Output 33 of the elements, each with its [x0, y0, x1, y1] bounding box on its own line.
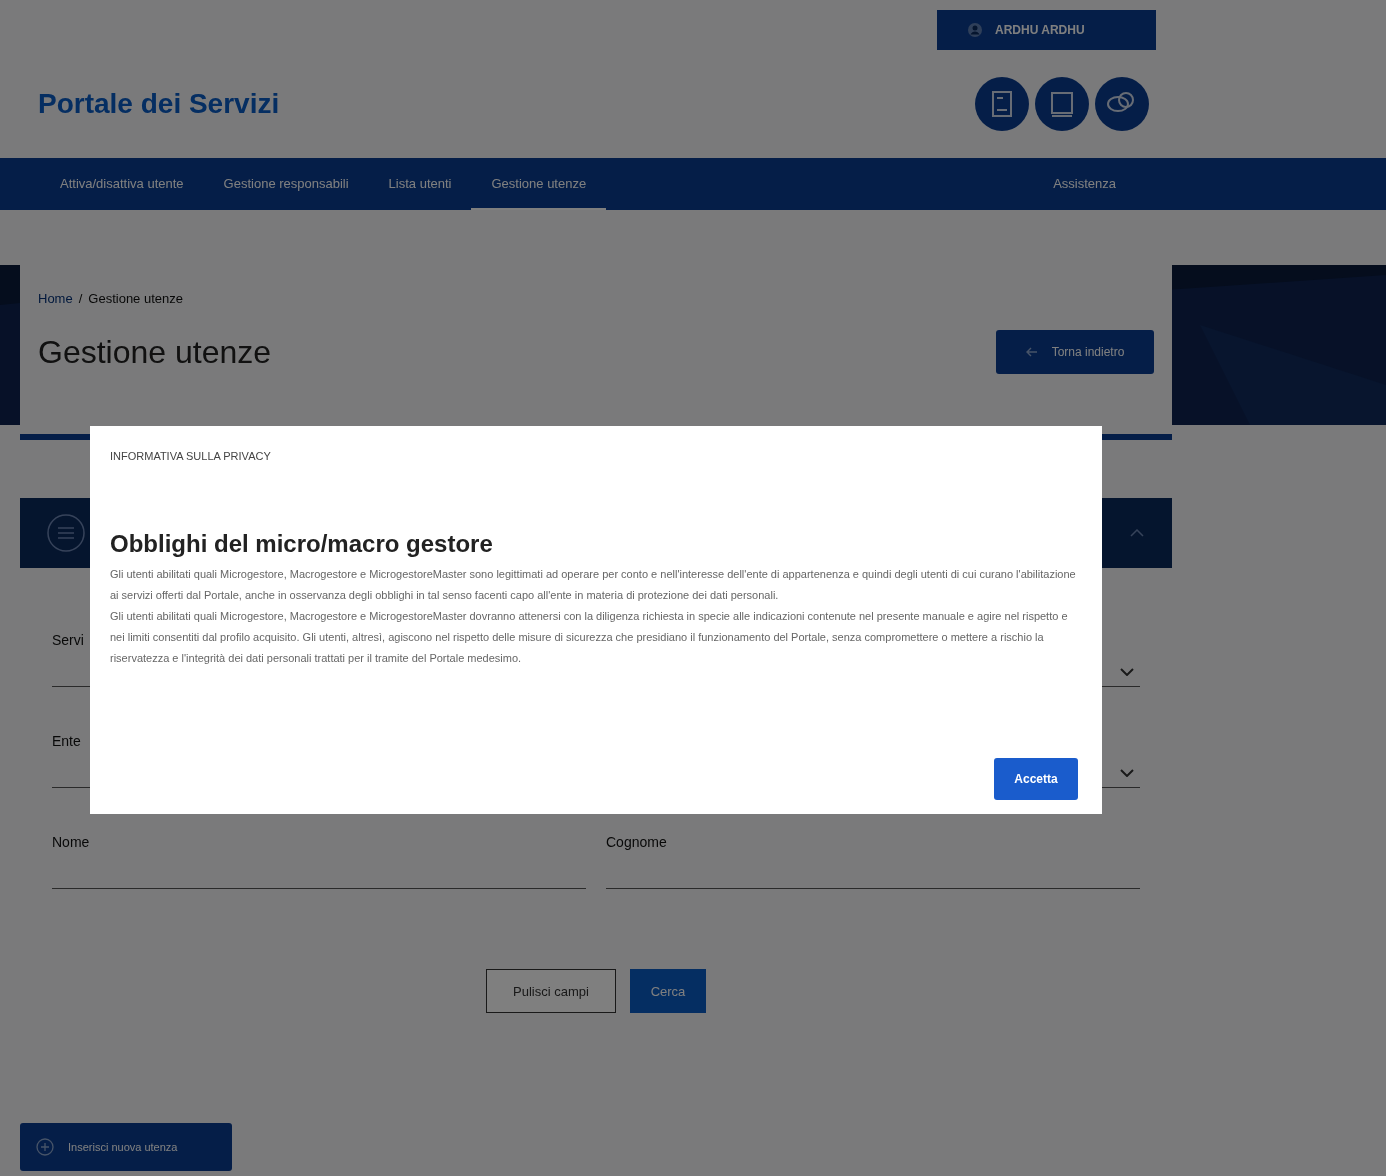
nav-tab[interactable]: Gestione responsabili [203, 158, 369, 210]
nav-tab[interactable]: Attiva/disattiva utente [40, 158, 204, 210]
field-label: Ente [52, 733, 81, 749]
plus-circle-icon [36, 1138, 54, 1156]
nav-tab[interactable]: Gestione utenze [471, 158, 607, 210]
dialog-paragraph: Gli utenti abilitati quali Microgestore, Macrogestore e MicrogestoreMaster sono legittimati ad operare per conto e nell'interesse dell'ente di appartenenza e quindi degli utenti di cui curano l'abilitazione ai servizi offerti dal Portale, anche in osservanza degli obblighi in tal senso facenti capo all'ente in materia di protezione dei dati personali. [110, 567, 1077, 603]
chevron-up-icon [1130, 529, 1144, 537]
user-icon [967, 22, 983, 38]
clear-button[interactable]: Pulisci campi [486, 969, 616, 1013]
dialog-paragraph: Gli utenti abilitati quali Microgestore, Macrogestore e MicrogestoreMaster dovranno attenersi con la diligenza richiesta in specie alle indicazioni contenute nel presente manuale e agire nel rispetto e nei limiti consentiti dal profilo acquisito. Gli utenti, altresì, agiscono nel rispetto delle misure di sicurezza che presidiano il funzionamento del Portale, senza compromettere o mettere a rischio la riservatezza e l'integrità dei dati personali trattati per il tramite del Portale medesimo. [110, 609, 1069, 666]
field-label: Nome [52, 834, 90, 850]
search-button[interactable]: Cerca [630, 969, 706, 1013]
breadcrumb-current: Gestione utenze [88, 291, 183, 306]
chat-icon[interactable] [1094, 76, 1150, 132]
book-icon[interactable] [1034, 76, 1090, 132]
arrow-left-icon [1025, 347, 1038, 357]
user-menu-button[interactable]: ARDHU ARDHU [937, 10, 1156, 50]
back-button[interactable]: Torna indietro [996, 330, 1154, 374]
breadcrumb-separator: / [78, 291, 83, 306]
breadcrumb-link[interactable]: Home [38, 291, 73, 306]
dialog-title: Obblighi del micro/macro gestore [110, 530, 494, 558]
dialog-label: INFORMATIVA SULLA PRIVACY [110, 450, 272, 462]
site-title[interactable]: Portale dei Servizi [38, 88, 974, 120]
accept-button[interactable]: Accetta [994, 758, 1078, 800]
document-icon[interactable] [974, 76, 1030, 132]
chevron-down-icon [1120, 668, 1134, 676]
assistance-link[interactable]: Assistenza [1033, 158, 1136, 210]
page-title: Gestione utenze [38, 333, 272, 371]
chevron-down-icon [1120, 769, 1134, 777]
add-user-button[interactable]: Inserisci nuova utenza [20, 1123, 232, 1171]
field-label: Servi [52, 632, 84, 648]
nav-tab[interactable]: Lista utenti [368, 158, 472, 210]
field-label: Cognome [606, 834, 667, 850]
